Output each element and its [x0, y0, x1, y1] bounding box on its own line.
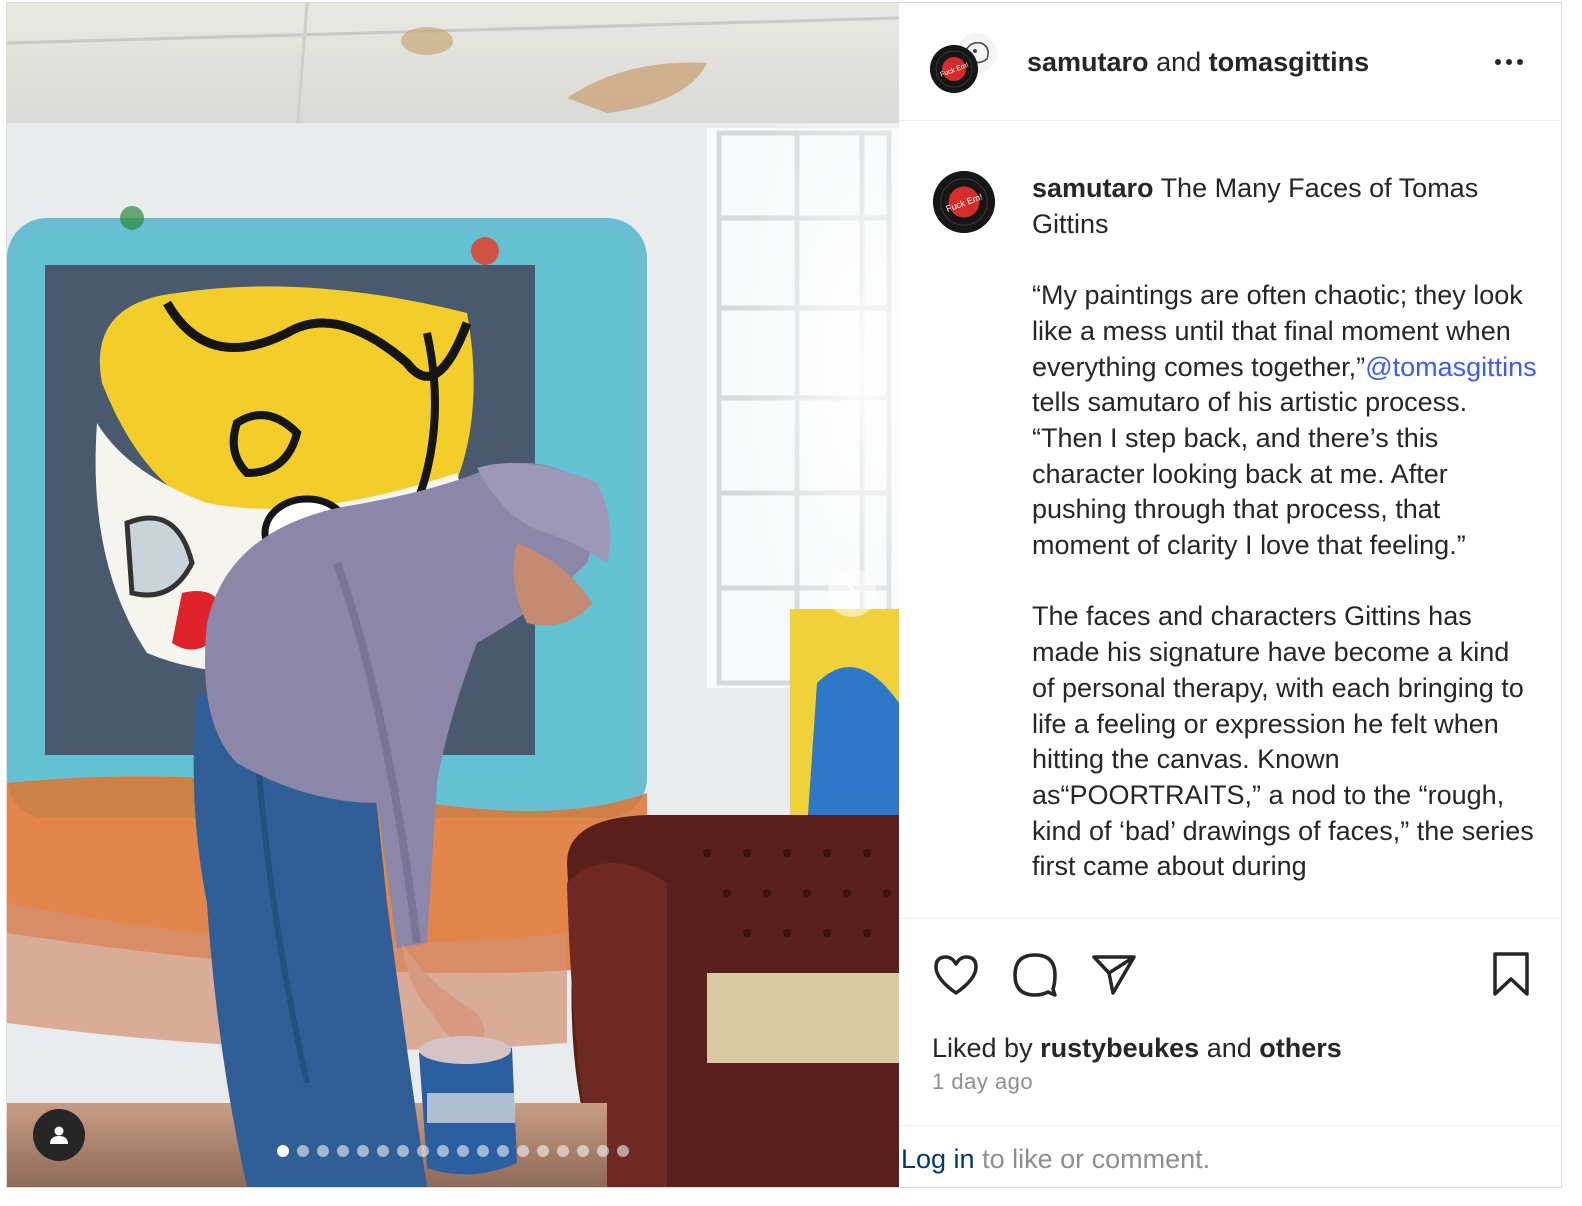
carousel-dot — [417, 1145, 429, 1157]
share-button[interactable] — [1091, 953, 1137, 1002]
comment-icon — [1013, 953, 1057, 997]
post-caption: samutaro The Many Faces of Tomas Gittins… — [1032, 171, 1537, 885]
action-bar — [899, 919, 1561, 1019]
more-dot-icon — [1495, 59, 1501, 65]
post-header: Fuck Em! samutaro and tomasgittins — [899, 3, 1561, 121]
carousel-dot — [597, 1145, 609, 1157]
carousel-dot — [537, 1145, 549, 1157]
bookmark-icon — [1493, 952, 1529, 996]
carousel-dot — [457, 1145, 469, 1157]
authors-joiner: and — [1156, 47, 1202, 77]
login-link[interactable]: Log in — [901, 1144, 975, 1174]
user-icon — [50, 1126, 68, 1144]
tagged-users-button[interactable] — [33, 1109, 85, 1161]
carousel-dot — [617, 1145, 629, 1157]
caption-section: Fuck Em! samutaro The Many Faces of Toma… — [899, 121, 1561, 919]
more-dot-icon — [1517, 59, 1523, 65]
comment-button[interactable] — [1011, 951, 1059, 1004]
carousel-dot — [357, 1145, 369, 1157]
carousel-dot — [477, 1145, 489, 1157]
next-slide-button[interactable] — [828, 569, 876, 617]
carousel-dot — [577, 1145, 589, 1157]
carousel-dot — [437, 1145, 449, 1157]
carousel-dot — [377, 1145, 389, 1157]
post-authors: samutaro and tomasgittins — [1027, 45, 1369, 79]
login-prompt: Log in to like or comment. — [901, 1142, 1210, 1176]
more-dot-icon — [1506, 59, 1512, 65]
carousel-dot — [497, 1145, 509, 1157]
carousel-dot — [297, 1145, 309, 1157]
carousel-dot — [517, 1145, 529, 1157]
likes-others[interactable]: others — [1259, 1033, 1342, 1063]
caption-paragraph-1: “My paintings are often chaotic; they lo… — [1032, 278, 1537, 564]
post-card: Fuck Em! samutaro and tomasgittins Fuck … — [6, 2, 1562, 1188]
carousel-dot — [317, 1145, 329, 1157]
more-options-button[interactable] — [1489, 45, 1529, 79]
likes-summary: Liked by rustybeukes and others — [932, 1031, 1342, 1065]
post-photo[interactable] — [7, 3, 899, 1187]
caption-paragraph-2: The faces and characters Gittins has mad… — [1032, 601, 1534, 882]
login-footer: Log in to like or comment. — [899, 1125, 1561, 1187]
send-icon — [1092, 955, 1136, 995]
mention-link[interactable]: @tomasgittins — [1365, 352, 1536, 382]
carousel-dot — [337, 1145, 349, 1157]
caption-username[interactable]: samutaro — [1032, 173, 1154, 203]
save-button[interactable] — [1491, 951, 1531, 1002]
record-sticker-icon: Fuck Em! — [933, 171, 995, 233]
carousel-dot — [557, 1145, 569, 1157]
author-username[interactable]: samutaro — [1027, 47, 1149, 77]
heart-icon — [934, 955, 978, 995]
carousel-dot — [397, 1145, 409, 1157]
collaborator-username[interactable]: tomasgittins — [1209, 47, 1370, 77]
carousel-dot — [277, 1145, 289, 1157]
post-timestamp[interactable]: 1 day ago — [932, 1069, 1033, 1095]
record-sticker-icon: Fuck Em! — [930, 45, 978, 93]
carousel-indicator — [277, 1145, 629, 1157]
liked-by-user[interactable]: rustybeukes — [1040, 1033, 1199, 1063]
post-details: Fuck Em! samutaro and tomasgittins Fuck … — [899, 3, 1561, 1187]
author-avatar[interactable]: Fuck Em! — [930, 45, 978, 93]
like-button[interactable] — [932, 953, 980, 1002]
likes-joiner: and — [1206, 1033, 1252, 1063]
caption-author-avatar[interactable]: Fuck Em! — [933, 171, 995, 233]
chevron-right-icon — [846, 583, 858, 603]
login-prompt-rest: to like or comment. — [974, 1144, 1211, 1174]
likes-prefix: Liked by — [932, 1033, 1033, 1063]
caption-quote-rest: tells samutaro of his artistic process. … — [1032, 387, 1468, 561]
studio-photo — [7, 3, 899, 1187]
